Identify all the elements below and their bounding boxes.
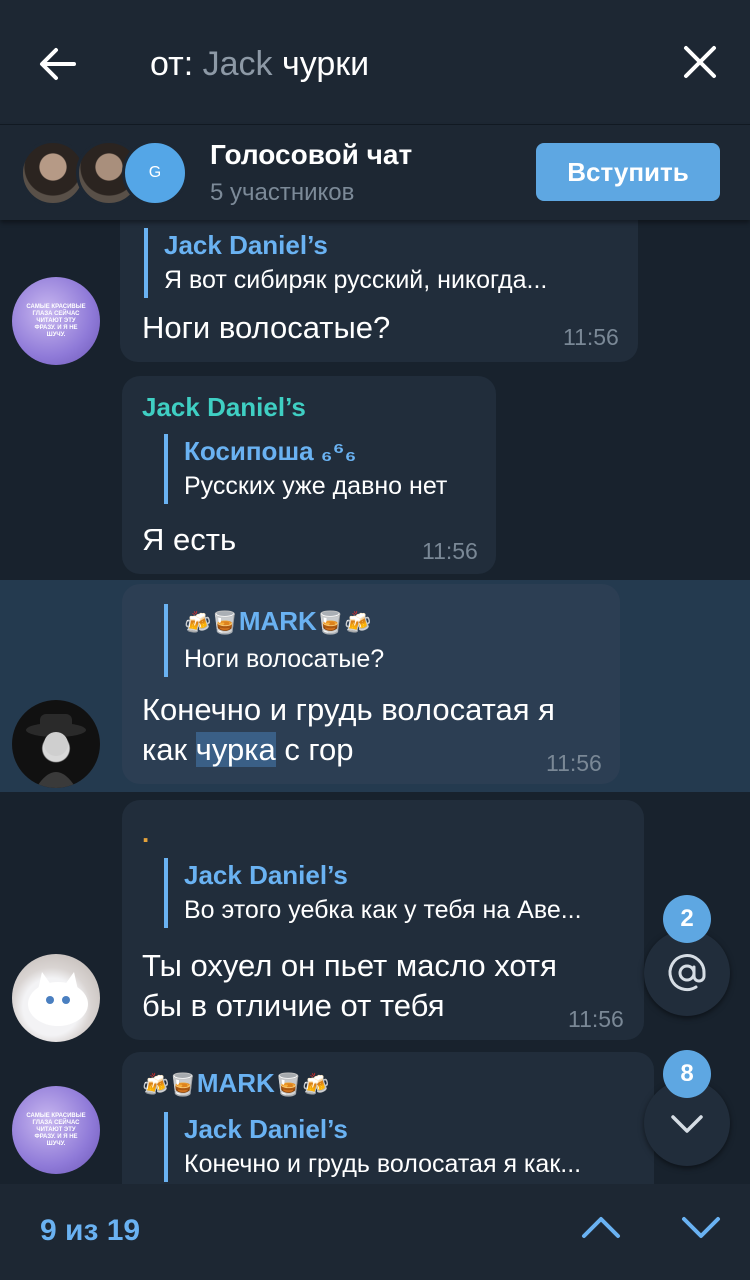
at-sign-icon [668, 954, 706, 992]
avatar-text: САМЫЕ КРАСИВЫЕ ГЛАЗА СЕЙЧАС ЧИТАЮТ ЭТУ Ф… [26, 1112, 86, 1147]
chevron-up-icon [582, 1217, 620, 1238]
message-text: Ты охуел он пьет масло хотя бы в отличие… [142, 946, 632, 1026]
search-filter-user: Jack [202, 45, 273, 83]
whiskey-emoji-icon: 🥃 [211, 611, 239, 636]
search-results-bar: 9 из 19 [0, 1184, 750, 1280]
voice-chat-bar[interactable]: G Голосовой чат 5 участников Вступить [0, 124, 750, 220]
message-time: 11:56 [546, 750, 602, 776]
avatar[interactable]: САМЫЕ КРАСИВЫЕ ГЛАЗА СЕЙЧАС ЧИТАЮТ ЭТУ Ф… [12, 277, 100, 365]
message-line: бы в отличие от тебя [142, 988, 445, 1023]
reply-author: Jack Daniel’s [164, 230, 328, 260]
avatar[interactable] [12, 954, 100, 1042]
beer-emoji-icon: 🍻 [302, 1073, 330, 1098]
reply-author: Jack Daniel’s [184, 1114, 348, 1144]
message-time: 11:56 [568, 1006, 624, 1032]
search-match-highlight: чурка [195, 732, 276, 767]
message-segment: с гор [275, 732, 354, 767]
reply-author: Jack Daniel’s [184, 860, 348, 890]
chevron-down-icon [682, 1217, 720, 1238]
message-line: Ты охуел он пьет масло хотя [142, 948, 557, 983]
search-header: от: Jack чурки [0, 0, 750, 124]
message-bubble[interactable]: 🍻🥃MARK🥃🍻 Jack Daniel’s Конечно и грудь в… [122, 1052, 654, 1184]
whiskey-emoji-icon: 🥃 [316, 611, 345, 636]
message-bubble[interactable]: . Jack Daniel’s Во этого уебка как у теб… [122, 800, 644, 1040]
unread-count-badge: 8 [663, 1050, 711, 1098]
reply-text: Конечно и грудь волосатая я как... [184, 1150, 582, 1178]
message-sender: . [142, 818, 150, 848]
message-segment: как [142, 732, 196, 767]
reply-author-name: MARK [238, 606, 317, 636]
search-input[interactable]: от: Jack чурки [150, 42, 369, 86]
search-query-text: чурки [282, 45, 370, 83]
reply-preview[interactable]: Jack Daniel’s Во этого уебка как у тебя … [164, 858, 624, 928]
reply-preview[interactable]: Jack Daniel’s Конечно и грудь волосатая … [164, 1112, 634, 1182]
whiskey-emoji-icon: 🥃 [274, 1073, 303, 1098]
reply-preview[interactable]: 🍻🥃MARK🥃🍻 Ноги волосатые? [164, 604, 604, 677]
beer-emoji-icon: 🍻 [184, 611, 212, 636]
message-time: 11:56 [563, 324, 619, 350]
reply-text: Русских уже давно нет [184, 472, 448, 500]
message-text: Ноги волосатые? [142, 310, 391, 345]
reply-author: 🍻🥃MARK🥃🍻 [184, 604, 604, 641]
whiskey-emoji-icon: 🥃 [169, 1073, 197, 1098]
participant-avatar: G [122, 140, 188, 206]
reply-text: Я вот сибиряк русский, никогда... [164, 266, 548, 294]
message-bubble[interactable]: Jack Daniel’s Я вот сибиряк русский, ник… [120, 220, 638, 362]
join-button[interactable]: Вступить [536, 143, 720, 201]
search-filter-prefix: от: [150, 45, 194, 83]
reply-author: Косипоша ₆⁶₆ [184, 436, 357, 466]
message-text: Я есть [142, 522, 237, 557]
cat-icon [28, 972, 88, 1026]
beer-emoji-icon: 🍻 [344, 611, 372, 636]
message-time: 11:56 [422, 538, 478, 564]
cowboy-portrait-icon [26, 714, 86, 788]
avatar[interactable] [12, 700, 100, 788]
message-list[interactable]: САМЫЕ КРАСИВЫЕ ГЛАЗА СЕЙЧАС ЧИТАЮТ ЭТУ Ф… [0, 220, 750, 1184]
message-sender-name: MARK [196, 1068, 275, 1098]
next-result-button[interactable] [676, 1202, 726, 1252]
mentions-count-badge: 2 [663, 895, 711, 943]
message-bubble[interactable]: 🍻🥃MARK🥃🍻 Ноги волосатые? Конечно и грудь… [122, 584, 620, 784]
message-sender: Jack Daniel’s [142, 392, 306, 422]
beer-emoji-icon: 🍻 [142, 1073, 170, 1098]
message-sender: 🍻🥃MARK🥃🍻 [142, 1066, 330, 1103]
search-result-counter: 9 из 19 [40, 1214, 141, 1247]
reply-text: Во этого уебка как у тебя на Аве... [184, 896, 582, 924]
voice-chat-title: Голосовой чат [210, 139, 413, 170]
reply-text: Ноги волосатые? [184, 645, 385, 673]
close-icon[interactable] [676, 38, 724, 86]
chevron-down-icon [671, 1115, 703, 1133]
message-line: Конечно и грудь волосатая я [142, 692, 555, 727]
voice-chat-participants: 5 участников [210, 179, 355, 206]
message-line: как чурка с гор [142, 730, 612, 770]
reply-preview[interactable]: Jack Daniel’s Я вот сибиряк русский, ник… [144, 228, 614, 298]
message-bubble[interactable]: Jack Daniel’s Косипоша ₆⁶₆ Русских уже д… [122, 376, 496, 574]
avatar[interactable]: САМЫЕ КРАСИВЫЕ ГЛАЗА СЕЙЧАС ЧИТАЮТ ЭТУ Ф… [12, 1086, 100, 1174]
avatar-text: САМЫЕ КРАСИВЫЕ ГЛАЗА СЕЙЧАС ЧИТАЮТ ЭТУ Ф… [26, 303, 86, 338]
reply-preview[interactable]: Косипоша ₆⁶₆ Русских уже давно нет [164, 434, 474, 504]
message-text: Конечно и грудь волосатая я как чурка с … [142, 690, 612, 770]
back-arrow-icon[interactable] [34, 40, 82, 88]
previous-result-button[interactable] [576, 1202, 626, 1252]
